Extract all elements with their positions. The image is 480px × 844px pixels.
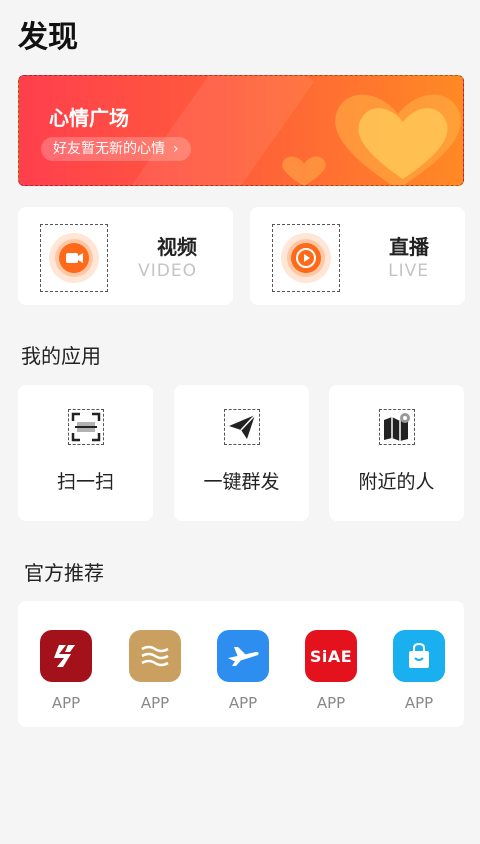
banner-title: 心情广场 [49,106,129,130]
recommended-app-2-label: APP [140,694,170,712]
live-subtitle: LIVE [388,261,429,281]
map-pin-icon [378,409,415,445]
recommended-title: 官方推荐 [24,561,104,585]
video-title: 视频 [157,235,197,259]
scan-button[interactable]: 扫一扫 [18,385,153,521]
play-icon [281,233,331,283]
chevron-right-icon: › [173,141,179,157]
bulk-send-button[interactable]: 一键群发 [174,385,309,521]
scan-icon [67,409,104,445]
airplane-icon [217,630,269,682]
recommended-app-3-label: APP [228,694,258,712]
waves-logo-icon [129,630,181,682]
video-subtitle: VIDEO [138,261,197,281]
scan-label: 扫一扫 [56,471,114,493]
recommended-app-4-label: APP [316,694,346,712]
small-heart-icon [282,156,326,185]
heart-icon [335,94,461,185]
siae-logo-icon: SiAE [305,630,357,682]
recommended-app-5[interactable]: APP [384,630,454,712]
shopping-bag-icon [393,630,445,682]
siae-logo-text: SiAE [309,646,353,666]
s-logo-icon [40,630,92,682]
my-apps-title: 我的应用 [21,344,101,368]
recommended-app-1-label: APP [51,694,81,712]
banner-subtitle-pill[interactable]: 好友暂无新的心情 › [41,137,191,161]
bulk-send-label: 一键群发 [203,471,280,493]
nearby-people-label: 附近的人 [358,471,435,493]
paper-plane-icon [223,409,260,445]
video-camera-icon [49,233,99,283]
nearby-people-button[interactable]: 附近的人 [329,385,464,521]
recommended-app-2[interactable]: APP [120,630,190,712]
recommended-panel: APP APP APP SiAE APP APP [18,601,464,727]
video-card[interactable]: 视频 VIDEO [18,207,233,305]
recommended-app-5-label: APP [404,694,434,712]
recommended-app-4[interactable]: SiAE APP [296,630,366,712]
banner-subtitle: 好友暂无新的心情 [53,141,165,157]
live-card[interactable]: 直播 LIVE [250,207,465,305]
live-title: 直播 [389,235,429,259]
page-title: 发现 [18,20,78,55]
mood-square-banner[interactable]: 心情广场 好友暂无新的心情 › [18,75,464,186]
live-icon-frame [272,224,340,292]
recommended-app-3[interactable]: APP [208,630,278,712]
video-icon-frame [40,224,108,292]
recommended-app-1[interactable]: APP [31,630,101,712]
